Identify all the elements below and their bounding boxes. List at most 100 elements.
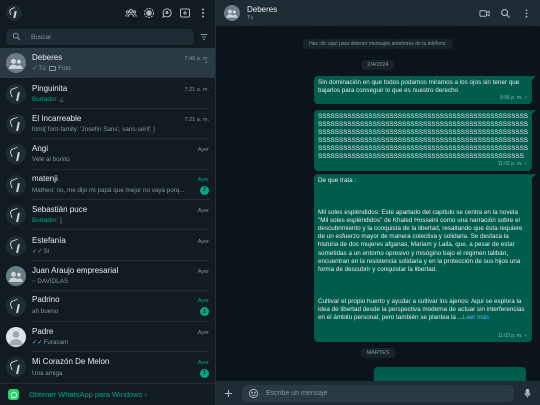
chat-item-bottom: ah bueno 1: [32, 307, 209, 317]
chat-preview-prefix: Tú:: [38, 65, 50, 73]
chat-time: Ayer: [197, 329, 209, 336]
chat-item-top: Padrino Ayer: [32, 295, 209, 304]
new-chat-icon[interactable]: [179, 7, 191, 19]
message-bubble-outgoing[interactable]: Sin dominación en que todos podamos mira…: [314, 76, 536, 105]
message-area[interactable]: Haz clic aquí para obtener mensajes ante…: [216, 26, 540, 381]
contact-avatar[interactable]: [6, 205, 26, 226]
chat-time: 7:21 a. m.: [184, 86, 209, 93]
contact-avatar[interactable]: [6, 113, 26, 134]
emoji-icon[interactable]: [248, 388, 259, 399]
chat-time: Ayer: [197, 208, 209, 215]
chat-item-bottom: ✓Tú: Foto: [32, 65, 209, 72]
chat-list-item[interactable]: El Incarreable 7:21 a. m. html{ font-famil…: [0, 109, 215, 140]
message-bubble-outgoing[interactable]: De que trata : Mil soles espléndidos: Es…: [314, 174, 536, 342]
compose-box[interactable]: [242, 384, 514, 402]
chat-item-body: Pinguinita 7:21 a. m. Borrador: ¿: [32, 78, 209, 109]
filter-icon[interactable]: [199, 32, 209, 42]
conversation-pane: Deberes Tú Haz clic aquí para obtener me…: [216, 0, 540, 405]
chat-preview: Matheo: no, me dijo mi papá que mejor no…: [32, 187, 196, 194]
sidebar-header-actions: [125, 7, 209, 19]
chat-item-body: Mi Corazón De Melon Ayer Una amiga 1: [32, 352, 209, 382]
microphone-icon[interactable]: [522, 388, 533, 399]
chat-name: Mi Corazón De Melon: [32, 356, 110, 366]
message-paragraph-text: Cultivar el propio huerto y ayudar a cul…: [318, 297, 525, 322]
profile-avatar[interactable]: [6, 5, 22, 21]
chat-time: Ayer: [197, 238, 209, 245]
conversation-menu-icon[interactable]: [521, 8, 532, 19]
status-icon[interactable]: [143, 7, 155, 19]
chevron-down-icon[interactable]: ⌄: [203, 57, 209, 65]
chat-preview-text: Una amiga: [32, 369, 63, 377]
search-input[interactable]: [31, 33, 188, 41]
chat-time: Ayer: [197, 359, 209, 366]
chat-item-bottom: ~ DAVIDLAS: [32, 278, 209, 285]
get-whatsapp-banner[interactable]: Obtener WhatsApp para Windows ›: [0, 383, 215, 405]
chat-item-bottom: ✓✓Sí: [32, 248, 209, 255]
chat-list-item[interactable]: Mi Corazón De Melon Ayer Una amiga 1: [0, 352, 215, 382]
chat-preview-text: Matheo: no, me dijo mi papá que mejor no…: [32, 186, 185, 194]
chat-preview-text: ]: [60, 217, 62, 225]
chat-list-item[interactable]: matenji Ayer Matheo: no, me dijo mi papá q…: [0, 170, 215, 200]
get-whatsapp-link[interactable]: Obtener WhatsApp para Windows ›: [29, 390, 147, 399]
chat-name: Angi: [32, 144, 49, 154]
chat-list-item[interactable]: Estefanía Ayer ✓✓Sí: [0, 230, 215, 261]
menu-kebab-icon[interactable]: [197, 7, 209, 19]
contact-avatar[interactable]: [6, 296, 26, 317]
chat-item-top: Mi Corazón De Melon Ayer: [32, 357, 209, 366]
video-call-icon[interactable]: [479, 8, 490, 19]
message-meta: 11:02 p. m. ✓: [498, 160, 528, 168]
load-older-messages-notice[interactable]: Haz clic aquí para obtener mensajes ante…: [303, 39, 453, 49]
group-avatar[interactable]: [224, 5, 240, 21]
default-avatar[interactable]: [6, 326, 26, 347]
contact-avatar[interactable]: [6, 144, 26, 165]
message-intro: De que trata :: [318, 177, 357, 184]
message-bubble-partial[interactable]: [374, 367, 526, 381]
search-messages-icon[interactable]: [500, 8, 511, 19]
conversation-subtitle: Tú: [247, 15, 254, 21]
read-more-link[interactable]: Leer más: [463, 314, 489, 321]
chat-item-bottom: html{ font-family: 'Josefin Sans', sans-…: [32, 126, 209, 133]
chat-item-bottom: ✓✓Furacam: [32, 339, 209, 346]
chat-preview-text: ~ DAVIDLAS: [32, 277, 69, 285]
contact-avatar[interactable]: [6, 83, 26, 104]
search-row: [0, 26, 215, 48]
search-box[interactable]: [6, 29, 194, 45]
conversation-header[interactable]: Deberes Tú: [216, 0, 540, 26]
chat-list-item[interactable]: Pinguinita 7:21 a. m. Borrador: ¿: [0, 78, 215, 109]
group-avatar[interactable]: [6, 53, 26, 74]
contact-avatar[interactable]: [6, 357, 26, 378]
chat-preview-text: html{ font-family: 'Josefin Sans', sans-…: [32, 125, 156, 133]
chat-preview: Una amiga: [32, 370, 196, 377]
search-icon: [12, 32, 21, 43]
message-bubble-outgoing[interactable]: SSSSSSSSSSSSSSSSSSSSSSSSSSSSSSSSSSSSSSSS…: [314, 110, 536, 171]
chat-list-item[interactable]: Deberes 7:49 a. m. ✓Tú: Foto ⌄: [0, 48, 215, 79]
chat-item-body: Angi Ayer Vele al bonito: [32, 139, 209, 170]
chat-preview-text: Foto: [58, 65, 71, 73]
contact-avatar[interactable]: [6, 235, 26, 256]
whatsapp-web-app: Deberes7:49 a. m.✓Tú: Foto⌄Pinguinita7:2…: [0, 0, 540, 405]
conversation-titles: Deberes Tú: [247, 5, 277, 21]
message-paragraph: Cultivar el propio huerto y ayudar a cul…: [318, 298, 528, 322]
channels-icon[interactable]: [161, 7, 173, 19]
chat-preview: ✓✓Sí: [32, 248, 209, 255]
contact-avatar[interactable]: [6, 174, 26, 195]
chat-list-item[interactable]: Padre Ayer ✓✓Furacam: [0, 322, 215, 352]
group-avatar[interactable]: [6, 265, 26, 286]
get-whatsapp-label: Obtener WhatsApp para Windows: [29, 390, 143, 399]
message-input[interactable]: [266, 389, 508, 397]
chevron-right-icon: ›: [144, 390, 147, 399]
chat-list-item[interactable]: Padrino Ayer ah bueno 1: [0, 291, 215, 322]
communities-icon[interactable]: [125, 7, 137, 19]
single-tick-icon: ✓: [523, 95, 528, 102]
chat-time: Ayer: [197, 298, 209, 305]
chat-item-body: Sebastián puce Ayer Borrador: ]: [32, 200, 209, 231]
chat-list-item[interactable]: Sebastián puce Ayer Borrador: ]: [0, 200, 215, 231]
single-tick-icon: ✓: [523, 161, 528, 168]
chat-list-item[interactable]: Angi Ayer Vele al bonito: [0, 139, 215, 170]
attach-plus-icon[interactable]: [223, 388, 234, 399]
chat-item-top: Angi Ayer: [32, 144, 209, 153]
chat-list-item[interactable]: Juan Araujo empresarial Ayer ~ DAVIDLAS: [0, 261, 215, 292]
message-time: 8:56 p. m.: [500, 95, 523, 102]
message-paragraph: Mil soles espléndidos: Este apartado del…: [318, 209, 523, 273]
message-text: Sin dominación en que todos podamos mira…: [318, 79, 520, 95]
